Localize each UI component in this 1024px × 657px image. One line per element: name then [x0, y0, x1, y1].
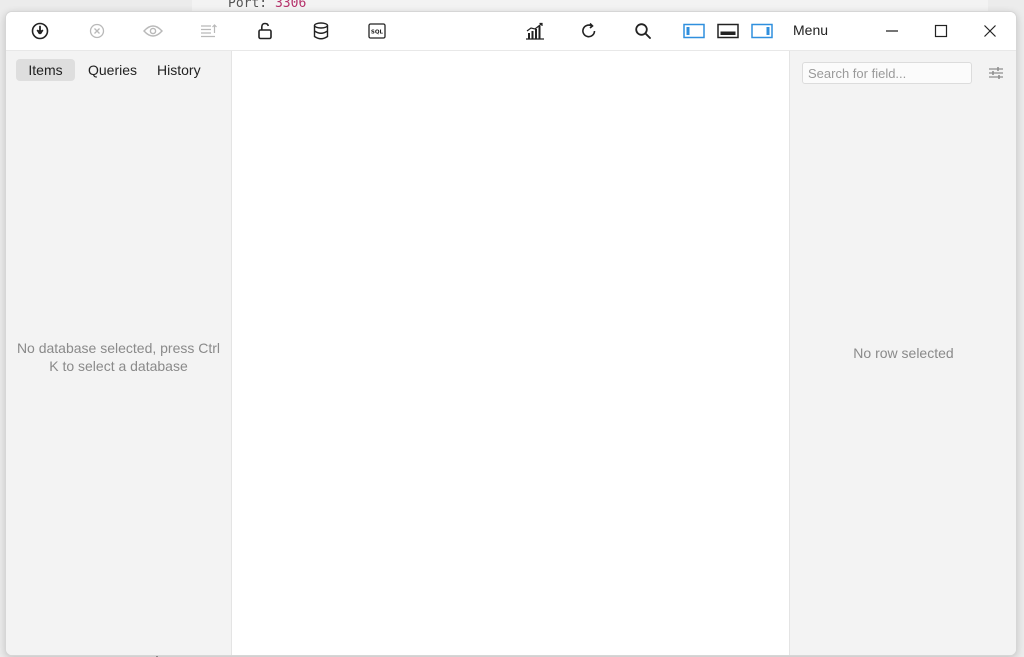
view-icon	[143, 25, 163, 37]
menu-button[interactable]: Menu	[793, 22, 828, 38]
background-port-value: 3306	[274, 0, 307, 11]
close-icon	[984, 25, 996, 37]
database-icon	[313, 22, 329, 40]
refresh-button[interactable]	[575, 17, 603, 45]
tab-items[interactable]: Items	[16, 59, 75, 81]
sql-icon: SQL	[368, 23, 386, 39]
disconnect-button[interactable]	[83, 17, 111, 45]
sort-icon	[201, 24, 217, 38]
toolbar: SQL Menu	[6, 12, 1016, 51]
background-port-line: Port: 3306	[228, 0, 306, 11]
sliders-icon	[989, 67, 1003, 79]
bottom-panel-icon	[717, 23, 739, 39]
left-sidebar-icon	[683, 23, 705, 39]
field-search-input[interactable]	[802, 62, 972, 84]
minimize-icon	[886, 30, 898, 32]
chart-icon	[526, 22, 544, 40]
lock-button[interactable]	[251, 17, 279, 45]
filter-settings-button[interactable]	[987, 64, 1005, 82]
search-button[interactable]	[629, 17, 657, 45]
no-database-message: No database selected, press Ctrl K to se…	[16, 340, 221, 374]
close-button[interactable]	[975, 17, 1005, 45]
main-content-area	[232, 51, 788, 655]
app-window: SQL Menu Items Queries History No databa…	[5, 11, 1017, 656]
toggle-bottom-panel-button[interactable]	[714, 17, 742, 45]
toggle-right-sidebar-button[interactable]	[748, 17, 776, 45]
sql-icon-text: SQL	[371, 30, 384, 36]
toggle-left-sidebar-button[interactable]	[680, 17, 708, 45]
disconnect-icon	[89, 23, 105, 39]
tab-history[interactable]: History	[150, 59, 208, 81]
minimize-button[interactable]	[877, 17, 907, 45]
search-icon	[635, 23, 651, 39]
chart-button[interactable]	[521, 17, 549, 45]
view-button[interactable]	[139, 17, 167, 45]
background-port-label: Port:	[228, 0, 268, 11]
refresh-icon	[582, 22, 596, 38]
sidebar-tabs: Items Queries History	[16, 59, 208, 81]
sort-button[interactable]	[195, 17, 223, 45]
database-button[interactable]	[307, 17, 335, 45]
no-row-message: No row selected	[853, 345, 954, 361]
sql-button[interactable]: SQL	[363, 17, 391, 45]
left-sidebar: Items Queries History No database select…	[6, 51, 232, 655]
maximize-button[interactable]	[926, 17, 956, 45]
maximize-icon	[934, 24, 948, 38]
lock-icon	[258, 22, 272, 40]
right-sidebar: No row selected	[789, 51, 1016, 655]
tab-queries[interactable]: Queries	[81, 59, 144, 81]
connect-icon	[31, 22, 49, 40]
connect-button[interactable]	[26, 17, 54, 45]
right-sidebar-icon	[751, 23, 773, 39]
